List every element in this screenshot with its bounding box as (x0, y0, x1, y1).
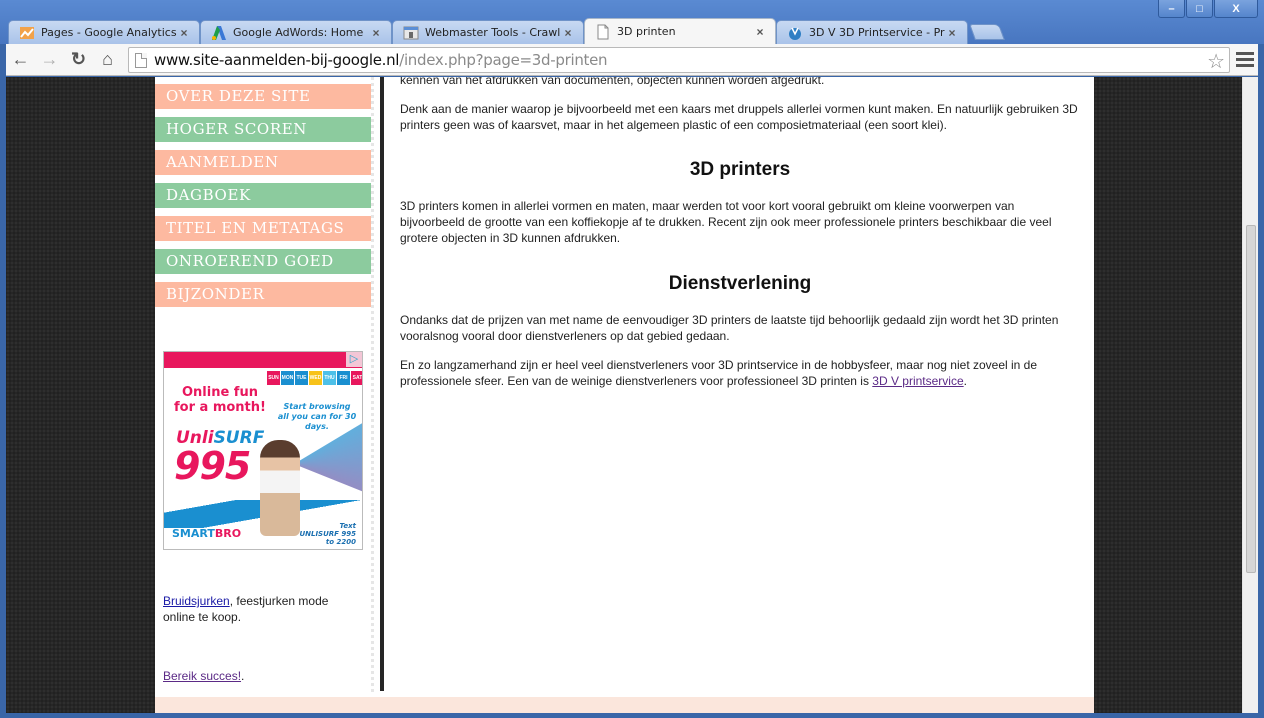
bookmark-star-icon[interactable]: ☆ (1207, 49, 1225, 74)
nav-hoger-scoren[interactable]: HOGER SCOREN (155, 117, 371, 142)
back-button[interactable]: ← (6, 47, 35, 73)
ad-logo: SMARTBRO (172, 527, 242, 540)
tab-google-adwords[interactable]: Google AdWords: Home × (200, 20, 392, 44)
nav-onroerend-goed[interactable]: ONROEREND GOED (155, 249, 371, 274)
window-controls: – □ X (1157, 0, 1258, 18)
page-footer-strip (155, 697, 1094, 713)
tab-title: Webmaster Tools - Crawl Err (425, 26, 561, 39)
nav-dagboek[interactable]: DAGBOEK (155, 183, 371, 208)
sidebar: OVER DEZE SITE HOGER SCOREN AANMELDEN DA… (155, 77, 377, 694)
heading-3d-printers: 3D printers (689, 159, 791, 180)
tab-webmaster-tools[interactable]: Webmaster Tools - Crawl Err × (392, 20, 584, 44)
ad-rays-graphic (294, 422, 362, 492)
ad-day: TUE (295, 371, 308, 385)
nav-over-deze-site[interactable]: OVER DEZE SITE (155, 84, 371, 109)
vertical-scrollbar[interactable] (1242, 77, 1258, 713)
paragraph: Denk aan de manier waarop je bijvoorbeel… (400, 102, 1078, 132)
promo-bruidsjurken: Bruidsjurken, feestjurken mode online te… (163, 594, 329, 624)
ad-headline: Online fun for a month! (174, 385, 266, 415)
nav-bijzonder[interactable]: BIJZONDER (155, 282, 371, 307)
ad-day: FRI (337, 371, 350, 385)
tab-3dv-printservice[interactable]: 3D V 3D Printservice - Profes × (776, 20, 968, 44)
column-divider (380, 77, 384, 691)
ad-day: WED (309, 371, 322, 385)
3dv-printservice-link[interactable]: 3D V printservice (872, 374, 963, 388)
promo-bereik-succes: Bereik succes!. (163, 669, 245, 683)
3dv-icon (787, 25, 803, 41)
sidebar-border (371, 77, 374, 694)
address-bar[interactable]: www.site-aanmelden-bij-google.nl/index.p… (128, 47, 1230, 73)
paragraph: kennen van het afdrukken van documenten,… (400, 77, 825, 87)
tab-title: Google AdWords: Home (233, 26, 364, 39)
tab-close-icon[interactable]: × (177, 26, 191, 40)
ad-top-bar (164, 352, 362, 368)
tab-google-analytics[interactable]: Pages - Google Analytics × (8, 20, 200, 44)
ad-sms-text: Text UNLISURF 995 to 2200 (299, 522, 356, 546)
back-arrow-icon: ← (11, 49, 30, 69)
home-icon: ⌂ (102, 49, 113, 69)
heading-dienstverlening: Dienstverlening (668, 273, 812, 294)
tab-strip: Pages - Google Analytics × Google AdWord… (8, 16, 1005, 44)
tab-close-icon[interactable]: × (369, 26, 383, 40)
page-viewport: OVER DEZE SITE HOGER SCOREN AANMELDEN DA… (6, 77, 1258, 713)
tab-title: Pages - Google Analytics (41, 26, 177, 39)
bruidsjurken-link[interactable]: Bruidsjurken (163, 594, 230, 608)
tab-title: 3D printen (617, 25, 676, 38)
analytics-icon (19, 25, 35, 41)
advertisement-banner[interactable]: ▷ SUN MON TUE WED THU FRI SAT Online fun… (163, 351, 363, 550)
forward-arrow-icon: → (40, 49, 59, 69)
nav-aanmelden[interactable]: AANMELDEN (155, 150, 371, 175)
webmaster-tools-icon (403, 25, 419, 41)
close-window-button[interactable]: X (1214, 0, 1258, 18)
ad-day: SAT (351, 371, 362, 385)
ad-price: 995 (174, 444, 251, 488)
new-tab-button[interactable] (969, 24, 1005, 40)
browser-toolbar: ← → ↻ ⌂ www.site-aanmelden-bij-google.nl… (6, 44, 1258, 76)
window-titlebar: – □ X Pages - Google Analytics × Google … (0, 0, 1264, 44)
ad-person-image (260, 440, 300, 536)
tab-3d-printen[interactable]: 3D printen × (584, 18, 776, 44)
ad-day: THU (323, 371, 336, 385)
tab-title: 3D V 3D Printservice - Profes (809, 26, 945, 39)
reload-icon: ↻ (70, 49, 87, 69)
paragraph: En zo langzamerhand zijn er heel veel di… (400, 358, 1038, 388)
forward-button[interactable]: → (35, 47, 64, 73)
ad-day: SUN (267, 371, 280, 385)
chrome-menu-icon[interactable] (1236, 49, 1254, 69)
page-info-icon[interactable] (135, 52, 147, 68)
page-body: OVER DEZE SITE HOGER SCOREN AANMELDEN DA… (155, 77, 1094, 713)
tab-close-icon[interactable]: × (561, 26, 575, 40)
url-text[interactable]: www.site-aanmelden-bij-google.nl/index.p… (154, 51, 608, 69)
minimize-button[interactable]: – (1158, 0, 1185, 18)
page-icon (595, 24, 611, 40)
scrollbar-thumb[interactable] (1246, 225, 1256, 573)
bereik-succes-link[interactable]: Bereik succes! (163, 669, 241, 683)
paragraph: Ondanks dat de prijzen van met name de e… (400, 313, 1059, 343)
ad-subline: Start browsing all you can for 30 days. (277, 402, 357, 431)
tab-close-icon[interactable]: × (945, 26, 959, 40)
adwords-icon (211, 25, 227, 41)
paragraph: 3D printers komen in allerlei vormen en … (400, 199, 1052, 245)
reload-button[interactable]: ↻ (64, 47, 93, 73)
ad-day: MON (281, 371, 294, 385)
adchoices-icon[interactable]: ▷ (346, 352, 362, 367)
tab-close-icon[interactable]: × (753, 25, 767, 39)
ad-calendar-days: SUN MON TUE WED THU FRI SAT (267, 371, 362, 385)
home-button[interactable]: ⌂ (93, 47, 122, 73)
maximize-button[interactable]: □ (1186, 0, 1213, 18)
nav-titel-en-metatags[interactable]: TITEL EN METATAGS (155, 216, 371, 241)
